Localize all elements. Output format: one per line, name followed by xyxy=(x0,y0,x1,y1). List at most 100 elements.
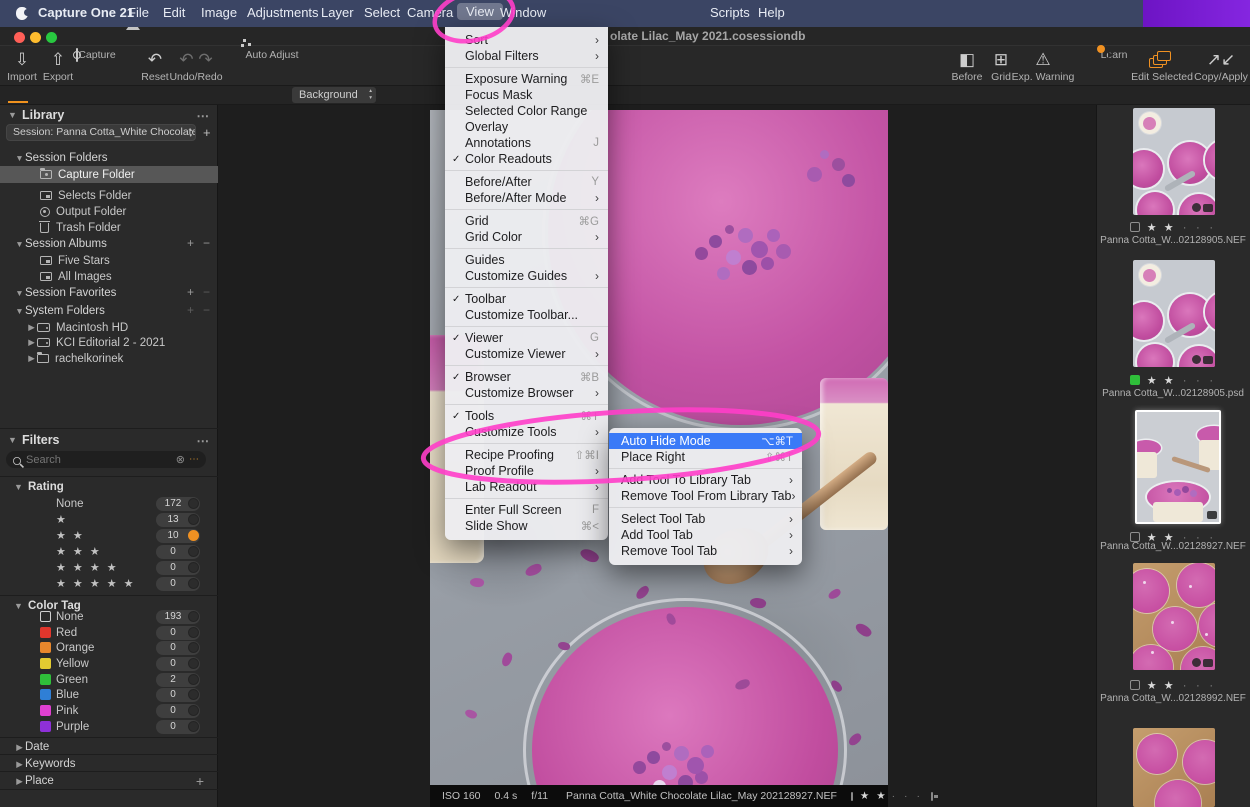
rating-filter-2-stars[interactable]: ★ ★ 10 xyxy=(0,528,218,543)
selection-checkbox[interactable] xyxy=(850,791,853,801)
tree-item-kci-editorial[interactable]: ▶ KCI Editorial 2 - 2021 xyxy=(0,335,218,350)
rating-dots[interactable]: · · · xyxy=(892,790,923,802)
color-filter-pink[interactable]: Pink 0 xyxy=(0,703,218,718)
color-filter-blue[interactable]: Blue 0 xyxy=(0,687,218,702)
menubar-camera[interactable]: Camera xyxy=(407,5,453,20)
rating-filter-none[interactable]: None 172 xyxy=(0,496,218,511)
search-input[interactable] xyxy=(26,453,176,466)
color-filter-purple[interactable]: Purple 0 xyxy=(0,719,218,734)
menu-item-tools[interactable]: ✓ Tools ⌘T xyxy=(445,408,608,424)
panel-menu-icon[interactable]: ⋯ xyxy=(197,433,211,448)
clear-search-icon[interactable]: ⊗ xyxy=(176,453,185,466)
remove-favorite-button[interactable]: − xyxy=(203,285,210,299)
menubar-image[interactable]: Image xyxy=(201,5,237,20)
thumb-4-rating-row[interactable]: ★ ★ · · · xyxy=(1108,678,1238,692)
add-session-button[interactable]: + xyxy=(203,125,211,140)
filter-toggle[interactable] xyxy=(188,642,199,653)
capture-button[interactable]: Capture xyxy=(72,48,120,62)
menu-item-global-filters[interactable]: Global Filters › xyxy=(445,48,608,64)
tree-item-trash-folder[interactable]: Trash Folder xyxy=(0,220,218,235)
zoom-window-button[interactable] xyxy=(46,31,57,43)
rating-filter-4-stars[interactable]: ★ ★ ★ ★ 0 xyxy=(0,560,218,575)
menubar-app-name[interactable]: Capture One 21 xyxy=(38,5,134,20)
color-filter-yellow[interactable]: Yellow 0 xyxy=(0,656,218,671)
filter-toggle[interactable] xyxy=(188,611,199,622)
filter-toggle[interactable] xyxy=(188,627,199,638)
tree-group-system-folders[interactable]: ▼ System Folders + − xyxy=(0,303,218,318)
submenu-item-add-tool-tab[interactable]: Add Tool Tab › xyxy=(609,527,802,543)
add-album-button[interactable]: + xyxy=(187,236,194,250)
color-filter-red[interactable]: Red 0 xyxy=(0,625,218,640)
menu-item-color-readouts[interactable]: ✓ Color Readouts xyxy=(445,151,608,167)
menubar-window[interactable]: Window xyxy=(500,5,546,20)
menubar-adjustments[interactable]: Adjustments xyxy=(247,5,319,20)
menubar-layer[interactable]: Layer xyxy=(321,5,354,20)
submenu-item-auto-hide-mode[interactable]: Auto Hide Mode ⌥⌘T xyxy=(609,433,802,449)
panel-menu-icon[interactable]: ⋯ xyxy=(197,108,211,123)
filter-toggle[interactable] xyxy=(188,498,199,509)
export-button[interactable]: ⇧ Export xyxy=(40,49,76,83)
search-options-icon[interactable]: ⋯ xyxy=(189,454,200,465)
apple-menu-icon[interactable] xyxy=(16,7,31,20)
selection-checkbox[interactable] xyxy=(1129,222,1140,232)
submenu-item-add-tool-to-library-tab[interactable]: Add Tool To Library Tab › xyxy=(609,472,802,488)
menubar-file[interactable]: File xyxy=(128,5,149,20)
thumb-1-rating-row[interactable]: ★ ★ · · · xyxy=(1108,220,1238,234)
thumb-2-rating-row[interactable]: ★ ★ · · · xyxy=(1108,373,1238,387)
tree-group-session-folders[interactable]: ▼ Session Folders xyxy=(0,150,218,165)
rating-filter-5-stars[interactable]: ★ ★ ★ ★ ★ 0 xyxy=(0,576,218,591)
filter-toggle[interactable] xyxy=(188,546,199,557)
menu-item-focus-mask[interactable]: Focus Mask xyxy=(445,87,608,103)
add-folder-button[interactable]: + xyxy=(187,303,194,317)
filters-panel-header[interactable]: ▼ Filters ⋯ xyxy=(0,431,218,449)
keywords-section-header[interactable]: ▶ Keywords xyxy=(0,756,218,772)
tree-item-output-folder[interactable]: Output Folder xyxy=(0,204,218,219)
menu-item-customize-tools[interactable]: Customize Tools › xyxy=(445,424,608,440)
auto-adjust-button[interactable]: Auto Adjust xyxy=(240,49,304,61)
menu-item-selected-color-range[interactable]: Selected Color Range xyxy=(445,103,608,119)
green-color-tag[interactable] xyxy=(1129,375,1140,385)
menu-item-customize-guides[interactable]: Customize Guides › xyxy=(445,268,608,284)
menu-item-guides[interactable]: Guides xyxy=(445,252,608,268)
menu-item-slide-show[interactable]: Slide Show ⌘< xyxy=(445,518,608,534)
filter-toggle[interactable] xyxy=(188,674,199,685)
menu-item-grid-color[interactable]: Grid Color › xyxy=(445,229,608,245)
submenu-item-place-right[interactable]: Place Right ⇧⌘T xyxy=(609,449,802,465)
import-button[interactable]: ⇩ Import xyxy=(4,49,40,83)
rating-section-header[interactable]: ▼ Rating xyxy=(0,478,218,496)
library-panel-header[interactable]: ▼ Library ⋯ xyxy=(0,106,218,124)
menu-item-toolbar[interactable]: ✓ Toolbar xyxy=(445,291,608,307)
selection-checkbox[interactable] xyxy=(1129,680,1140,690)
thumbnail-image-2[interactable] xyxy=(1133,260,1215,367)
tree-group-session-albums[interactable]: ▼ Session Albums + − xyxy=(0,236,218,251)
copy-apply-button[interactable]: ↗↙ Copy/Apply xyxy=(1192,49,1250,83)
menu-item-proof-profile[interactable]: Proof Profile › xyxy=(445,463,608,479)
exposure-warning-button[interactable]: ⚠ Exp. Warning xyxy=(1008,49,1078,83)
menubar-help[interactable]: Help xyxy=(758,5,785,20)
menubar-select[interactable]: Select xyxy=(364,5,400,20)
submenu-item-select-tool-tab[interactable]: Select Tool Tab › xyxy=(609,511,802,527)
menu-item-customize-viewer[interactable]: Customize Viewer › xyxy=(445,346,608,362)
menu-item-recipe-proofing[interactable]: Recipe Proofing ⇧⌘I xyxy=(445,447,608,463)
menu-item-annotations[interactable]: Annotations J xyxy=(445,135,608,151)
thumbnail-image-3-selected[interactable] xyxy=(1135,410,1221,524)
rating-filter-3-stars[interactable]: ★ ★ ★ 0 xyxy=(0,544,218,559)
menu-item-overlay[interactable]: Overlay xyxy=(445,119,608,135)
tree-item-selects-folder[interactable]: Selects Folder xyxy=(0,188,218,203)
minimize-window-button[interactable] xyxy=(30,31,41,43)
remove-album-button[interactable]: − xyxy=(203,236,210,250)
filter-toggle[interactable] xyxy=(188,578,199,589)
tree-item-rachelkorinek[interactable]: ▶ rachelkorinek xyxy=(0,351,218,366)
tree-item-macintosh-hd[interactable]: ▶ Macintosh HD xyxy=(0,320,218,335)
remove-folder-button[interactable]: − xyxy=(203,303,210,317)
menu-item-lab-readout[interactable]: Lab Readout › xyxy=(445,479,608,495)
date-section-header[interactable]: ▶ Date xyxy=(0,739,218,755)
menubar-scripts[interactable]: Scripts xyxy=(710,5,750,20)
background-dropdown[interactable]: Background ▴ ▾ xyxy=(292,87,376,103)
place-section-header[interactable]: ▶ Place + xyxy=(0,773,218,789)
menu-item-viewer[interactable]: ✓ Viewer G xyxy=(445,330,608,346)
menu-item-customize-browser[interactable]: Customize Browser › xyxy=(445,385,608,401)
filters-search[interactable]: ⊗ ⋯ xyxy=(6,451,206,468)
tree-item-five-stars[interactable]: Five Stars xyxy=(0,253,218,268)
submenu-item-remove-tool-from-library-tab[interactable]: Remove Tool From Library Tab › xyxy=(609,488,802,504)
